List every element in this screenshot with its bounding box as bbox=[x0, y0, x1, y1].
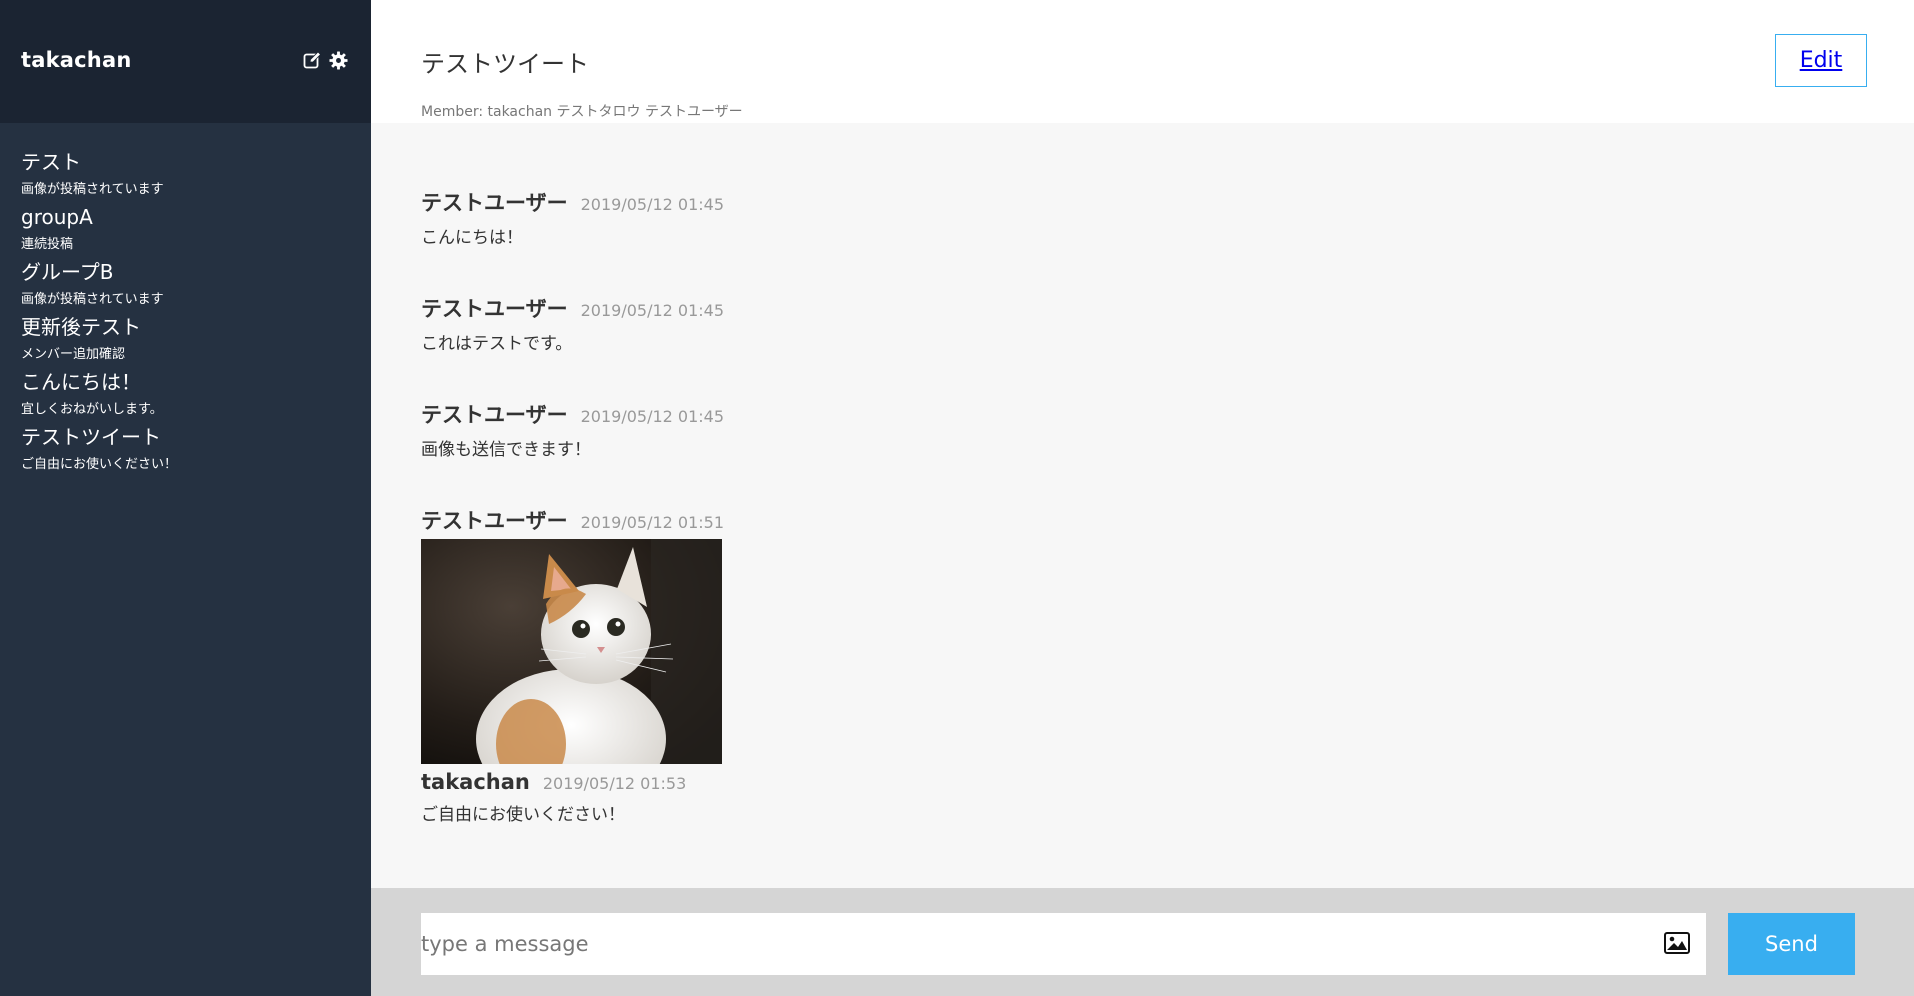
group-item[interactable]: テスト 画像が投稿されています bbox=[21, 150, 177, 205]
message-meta: テストユーザー 2019/05/12 01:45 bbox=[421, 187, 724, 217]
group-item[interactable]: こんにちは！ 宜しくおねがいします。 bbox=[21, 370, 177, 425]
group-last-message: メンバー追加確認 bbox=[21, 347, 126, 362]
message-input-box bbox=[421, 913, 1706, 975]
gear-icon[interactable] bbox=[329, 51, 348, 70]
message-date: 2019/05/12 01:51 bbox=[580, 513, 725, 532]
header-icons bbox=[303, 51, 348, 70]
sidebar: takachan テスト 画像が投稿されています groupA 連続投稿 グルー… bbox=[0, 0, 371, 996]
page-title: テストツイート bbox=[421, 50, 589, 78]
member-list: Member: takachan テストタロウ テストユーザー bbox=[421, 104, 743, 120]
message-text: これはテストです。 bbox=[421, 334, 573, 354]
group-name: こんにちは！ bbox=[21, 370, 141, 394]
message-image bbox=[421, 539, 722, 764]
message: テストユーザー 2019/05/12 01:45 これはテストです。 bbox=[421, 293, 724, 354]
message-date: 2019/05/12 01:53 bbox=[542, 774, 687, 793]
message-text: こんにちは！ bbox=[421, 228, 523, 248]
group-name: groupA bbox=[21, 205, 93, 229]
edit-icon[interactable] bbox=[303, 51, 322, 70]
current-user-name: takachan bbox=[21, 48, 132, 72]
message-user: テストユーザー bbox=[421, 403, 568, 427]
group-item[interactable]: グループB 画像が投稿されています bbox=[21, 260, 177, 315]
message-text: 画像も送信できます！ bbox=[421, 440, 591, 460]
image-icon[interactable] bbox=[1664, 932, 1690, 954]
message: テストユーザー 2019/05/12 01:51 bbox=[421, 505, 724, 764]
message: テストユーザー 2019/05/12 01:45 こんにちは！ bbox=[421, 187, 724, 248]
group-last-message: 連続投稿 bbox=[21, 237, 74, 252]
message-text: ご自由にお使いください！ bbox=[421, 805, 625, 825]
group-item[interactable]: テストツイート ご自由にお使いください！ bbox=[21, 425, 177, 480]
edit-group-button[interactable]: Edit bbox=[1775, 34, 1867, 87]
message-meta: takachan 2019/05/12 01:53 bbox=[421, 770, 686, 794]
sidebar-header: takachan bbox=[0, 0, 371, 123]
message: takachan 2019/05/12 01:53 ご自由にお使いください！ bbox=[421, 770, 686, 825]
chat-header: テストツイート Member: takachan テストタロウ テストユーザー … bbox=[371, 0, 1914, 123]
group-last-message: ご自由にお使いください！ bbox=[21, 457, 178, 472]
chat-main: テストツイート Member: takachan テストタロウ テストユーザー … bbox=[371, 0, 1914, 996]
message-date: 2019/05/12 01:45 bbox=[580, 195, 725, 214]
message: テストユーザー 2019/05/12 01:45 画像も送信できます！ bbox=[421, 399, 724, 460]
group-item[interactable]: 更新後テスト メンバー追加確認 bbox=[21, 315, 177, 370]
group-name: グループB bbox=[21, 260, 114, 284]
message-user: テストユーザー bbox=[421, 509, 568, 533]
message-date: 2019/05/12 01:45 bbox=[580, 407, 725, 426]
group-last-message: 画像が投稿されています bbox=[21, 182, 164, 197]
message-form: Send bbox=[371, 888, 1914, 996]
message-input[interactable] bbox=[421, 913, 1651, 975]
message-meta: テストユーザー 2019/05/12 01:45 bbox=[421, 399, 724, 429]
group-name: テストツイート bbox=[21, 425, 161, 449]
group-item[interactable]: groupA 連続投稿 bbox=[21, 205, 177, 260]
message-meta: テストユーザー 2019/05/12 01:45 bbox=[421, 293, 724, 323]
group-name: テスト bbox=[21, 150, 81, 174]
message-user: テストユーザー bbox=[421, 297, 568, 321]
message-user: テストユーザー bbox=[421, 191, 568, 215]
group-list: テスト 画像が投稿されています groupA 連続投稿 グループB 画像が投稿さ… bbox=[21, 150, 177, 480]
message-user: takachan bbox=[421, 770, 530, 794]
group-last-message: 画像が投稿されています bbox=[21, 292, 164, 307]
send-button[interactable]: Send bbox=[1728, 913, 1855, 975]
message-meta: テストユーザー 2019/05/12 01:51 bbox=[421, 505, 724, 535]
message-list: テストユーザー 2019/05/12 01:45 こんにちは！ テストユーザー … bbox=[371, 123, 1914, 888]
message-date: 2019/05/12 01:45 bbox=[580, 301, 725, 320]
group-last-message: 宜しくおねがいします。 bbox=[21, 402, 163, 417]
group-name: 更新後テスト bbox=[21, 315, 141, 339]
